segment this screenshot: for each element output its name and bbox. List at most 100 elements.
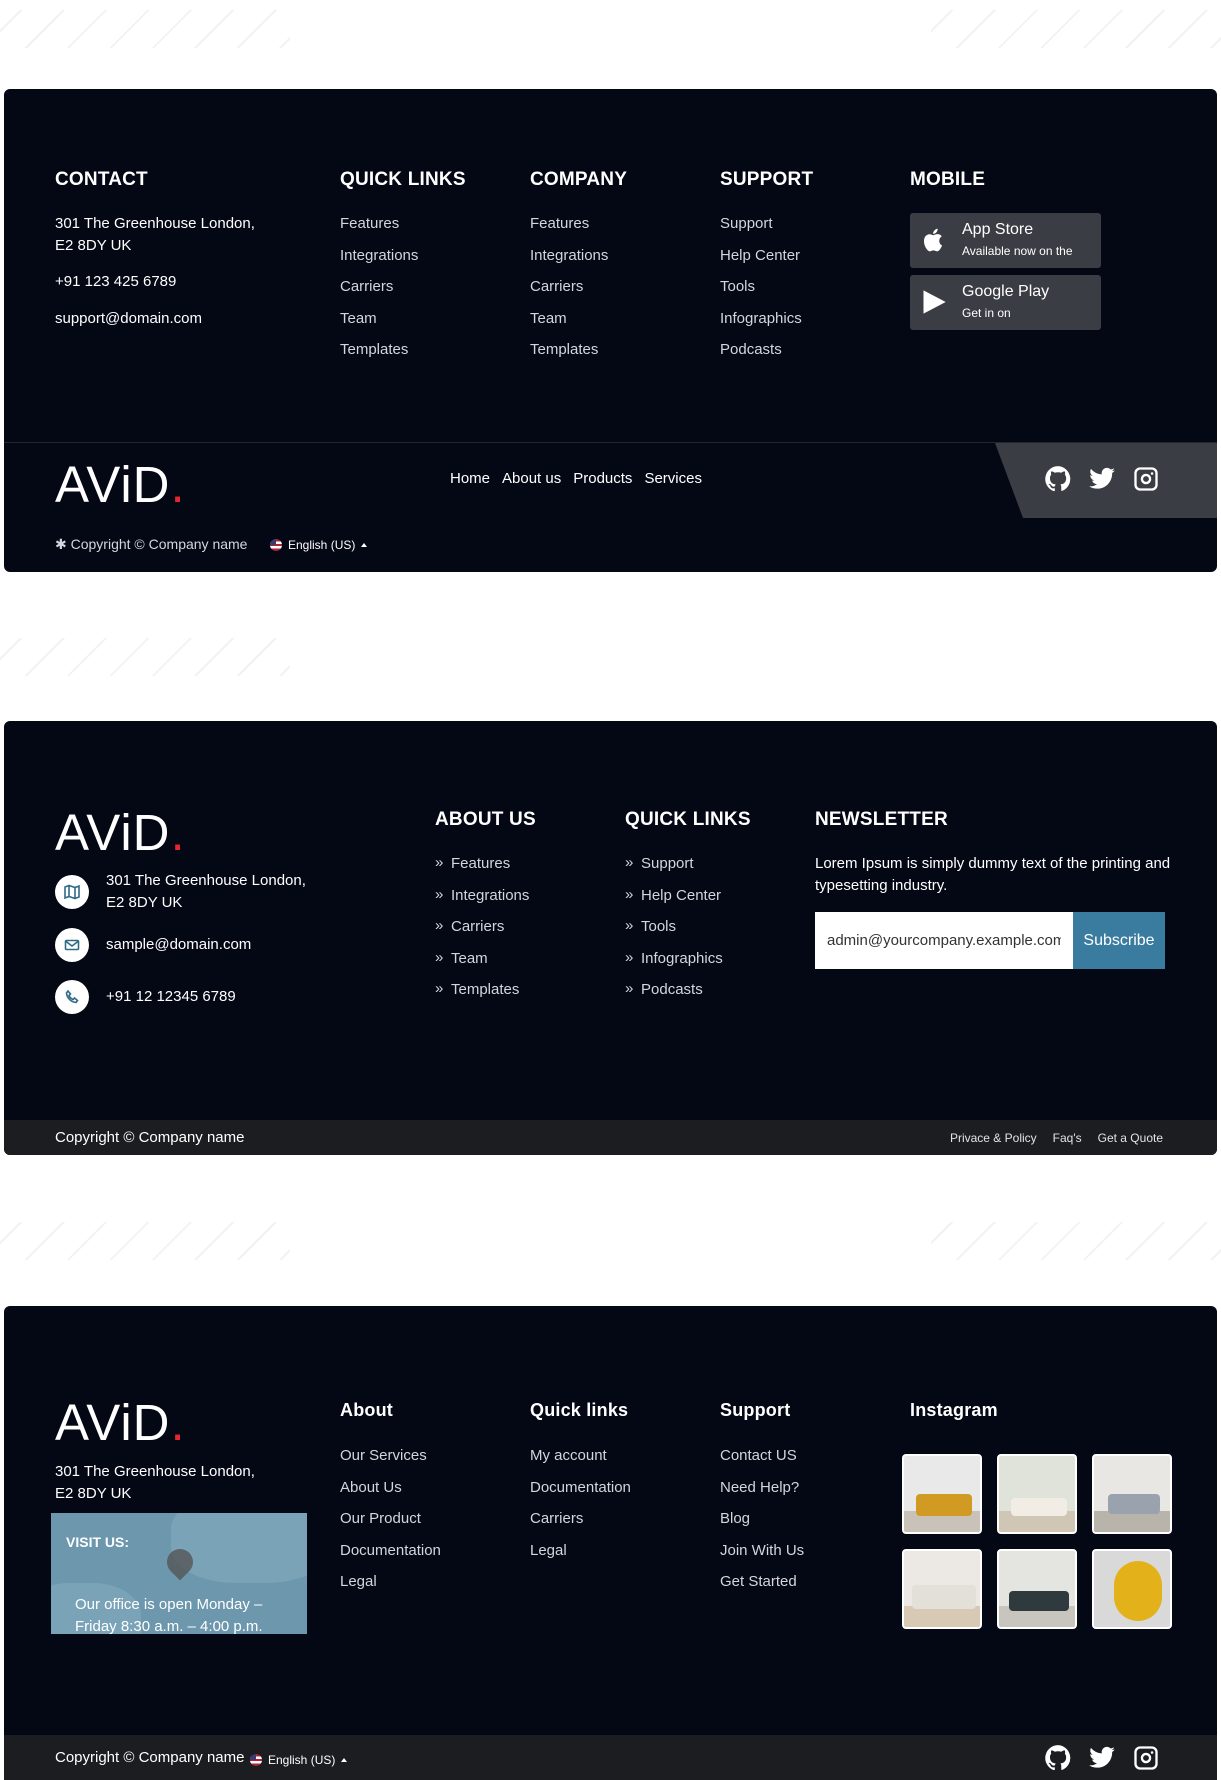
link-tools[interactable]: Tools [625,916,723,949]
link-templates[interactable]: Templates [530,340,608,372]
link-templates[interactable]: Templates [340,340,418,372]
social-links [1044,465,1160,493]
app-store-button[interactable]: App Store Available now on the [910,213,1101,268]
about-us-title: ABOUT US [435,809,536,830]
link-our-product[interactable]: Our Product [340,1509,441,1541]
copyright-text: Copyright © Company name [55,1129,245,1146]
link-carriers[interactable]: Carriers [340,277,418,309]
link-integrations[interactable]: Integrations [340,246,418,278]
link-carriers[interactable]: Carriers [530,1509,631,1541]
google-play-title: Google Play [962,283,1050,300]
link-get-started[interactable]: Get Started [720,1572,804,1604]
link-our-services[interactable]: Our Services [340,1446,441,1478]
link-features[interactable]: Features [530,214,608,246]
github-icon[interactable] [1044,1744,1072,1772]
link-integrations[interactable]: Integrations [435,885,529,918]
link-templates[interactable]: Templates [435,979,529,1012]
language-selector[interactable]: English (US) [270,538,368,552]
phone-text: +91 123 425 6789 [55,273,177,290]
about-us-links: Features Integrations Carriers Team Temp… [435,853,529,1012]
link-legal[interactable]: Legal [340,1572,441,1604]
link-features[interactable]: Features [435,853,529,886]
quick-links-title: QUICK LINKS [625,809,751,830]
link-infographics[interactable]: Infographics [720,309,802,341]
link-team[interactable]: Team [530,309,608,341]
logo-text: AViD [55,804,171,861]
instagram-photo[interactable] [997,1454,1077,1534]
link-support[interactable]: Support [720,214,802,246]
newsletter-email-input[interactable] [815,912,1073,969]
link-carriers[interactable]: Carriers [530,277,608,309]
phone-text: +91 12 12345 6789 [106,988,236,1005]
link-join-with-us[interactable]: Join With Us [720,1541,804,1573]
instagram-photo[interactable] [1092,1549,1172,1629]
instagram-photo[interactable] [902,1454,982,1534]
map-land [171,1513,307,1583]
link-documentation[interactable]: Documentation [530,1478,631,1510]
nav-about-us[interactable]: About us [502,470,561,487]
logo[interactable]: AViD. [55,1397,186,1448]
apple-icon [923,228,943,252]
link-carriers[interactable]: Carriers [435,916,529,949]
link-documentation[interactable]: Documentation [340,1541,441,1573]
link-team[interactable]: Team [435,948,529,981]
language-selector[interactable]: English (US) [250,1753,348,1767]
quick-links-title: QUICK LINKS [340,169,466,190]
privacy-policy-link[interactable]: Privace & Policy [950,1131,1037,1145]
instagram-photo[interactable] [997,1549,1077,1629]
email-link[interactable]: sample@domain.com [106,934,251,956]
link-support[interactable]: Support [625,853,723,886]
link-infographics[interactable]: Infographics [625,948,723,981]
instagram-photo[interactable] [1092,1454,1172,1534]
instagram-icon[interactable] [1132,465,1160,493]
faqs-link[interactable]: Faq's [1053,1131,1082,1145]
twitter-icon[interactable] [1088,1744,1116,1772]
caret-up-icon [341,1758,348,1762]
google-play-subtitle: Get in on [962,306,1011,320]
nav-products[interactable]: Products [573,470,632,487]
google-play-button[interactable]: Google Play Get in on [910,275,1101,330]
visit-us-label: VISIT US: [66,1534,130,1550]
link-podcasts[interactable]: Podcasts [720,340,802,372]
newsletter-description: Lorem Ipsum is simply dummy text of the … [815,855,1171,894]
office-map-card[interactable]: VISIT US: Our office is open Monday – Fr… [51,1513,307,1634]
link-help-center[interactable]: Help Center [625,885,723,918]
address: 301 The Greenhouse London, E2 8DY UK [55,213,255,257]
nav-services[interactable]: Services [644,470,702,487]
link-legal[interactable]: Legal [530,1541,631,1573]
link-blog[interactable]: Blog [720,1509,804,1541]
about-title: About [340,1400,393,1420]
us-flag-icon [250,1754,262,1766]
link-podcasts[interactable]: Podcasts [625,979,723,1012]
bug-icon: ✱ [55,536,71,552]
support-links-list: Support Help Center Tools Infographics P… [720,214,802,372]
get-a-quote-link[interactable]: Get a Quote [1098,1131,1163,1145]
link-contact-us[interactable]: Contact US [720,1446,804,1478]
instagram-photo[interactable] [902,1549,982,1629]
link-my-account[interactable]: My account [530,1446,631,1478]
link-integrations[interactable]: Integrations [530,246,608,278]
address-line: E2 8DY UK [106,894,183,911]
footer-variant-1: CONTACT 301 The Greenhouse London, E2 8D… [4,89,1217,572]
subscribe-button[interactable]: Subscribe [1073,912,1165,969]
newsletter-title: NEWSLETTER [815,809,948,830]
language-label: English (US) [288,538,356,552]
link-need-help[interactable]: Need Help? [720,1478,804,1510]
decorative-stripes [931,1222,1221,1260]
github-icon[interactable] [1044,465,1072,493]
contact-title: CONTACT [55,169,148,190]
link-about-us[interactable]: About Us [340,1478,441,1510]
logo[interactable]: AViD. [55,459,186,510]
divider [4,442,1217,443]
logo[interactable]: AViD. [55,807,186,858]
link-help-center[interactable]: Help Center [720,246,802,278]
instagram-icon[interactable] [1132,1744,1160,1772]
link-tools[interactable]: Tools [720,277,802,309]
nav-home[interactable]: Home [450,470,490,487]
link-features[interactable]: Features [340,214,418,246]
logo-dot: . [170,804,186,861]
phone-icon [65,989,79,1004]
email-link[interactable]: support@domain.com [55,308,202,330]
twitter-icon[interactable] [1088,465,1116,493]
link-team[interactable]: Team [340,309,418,341]
